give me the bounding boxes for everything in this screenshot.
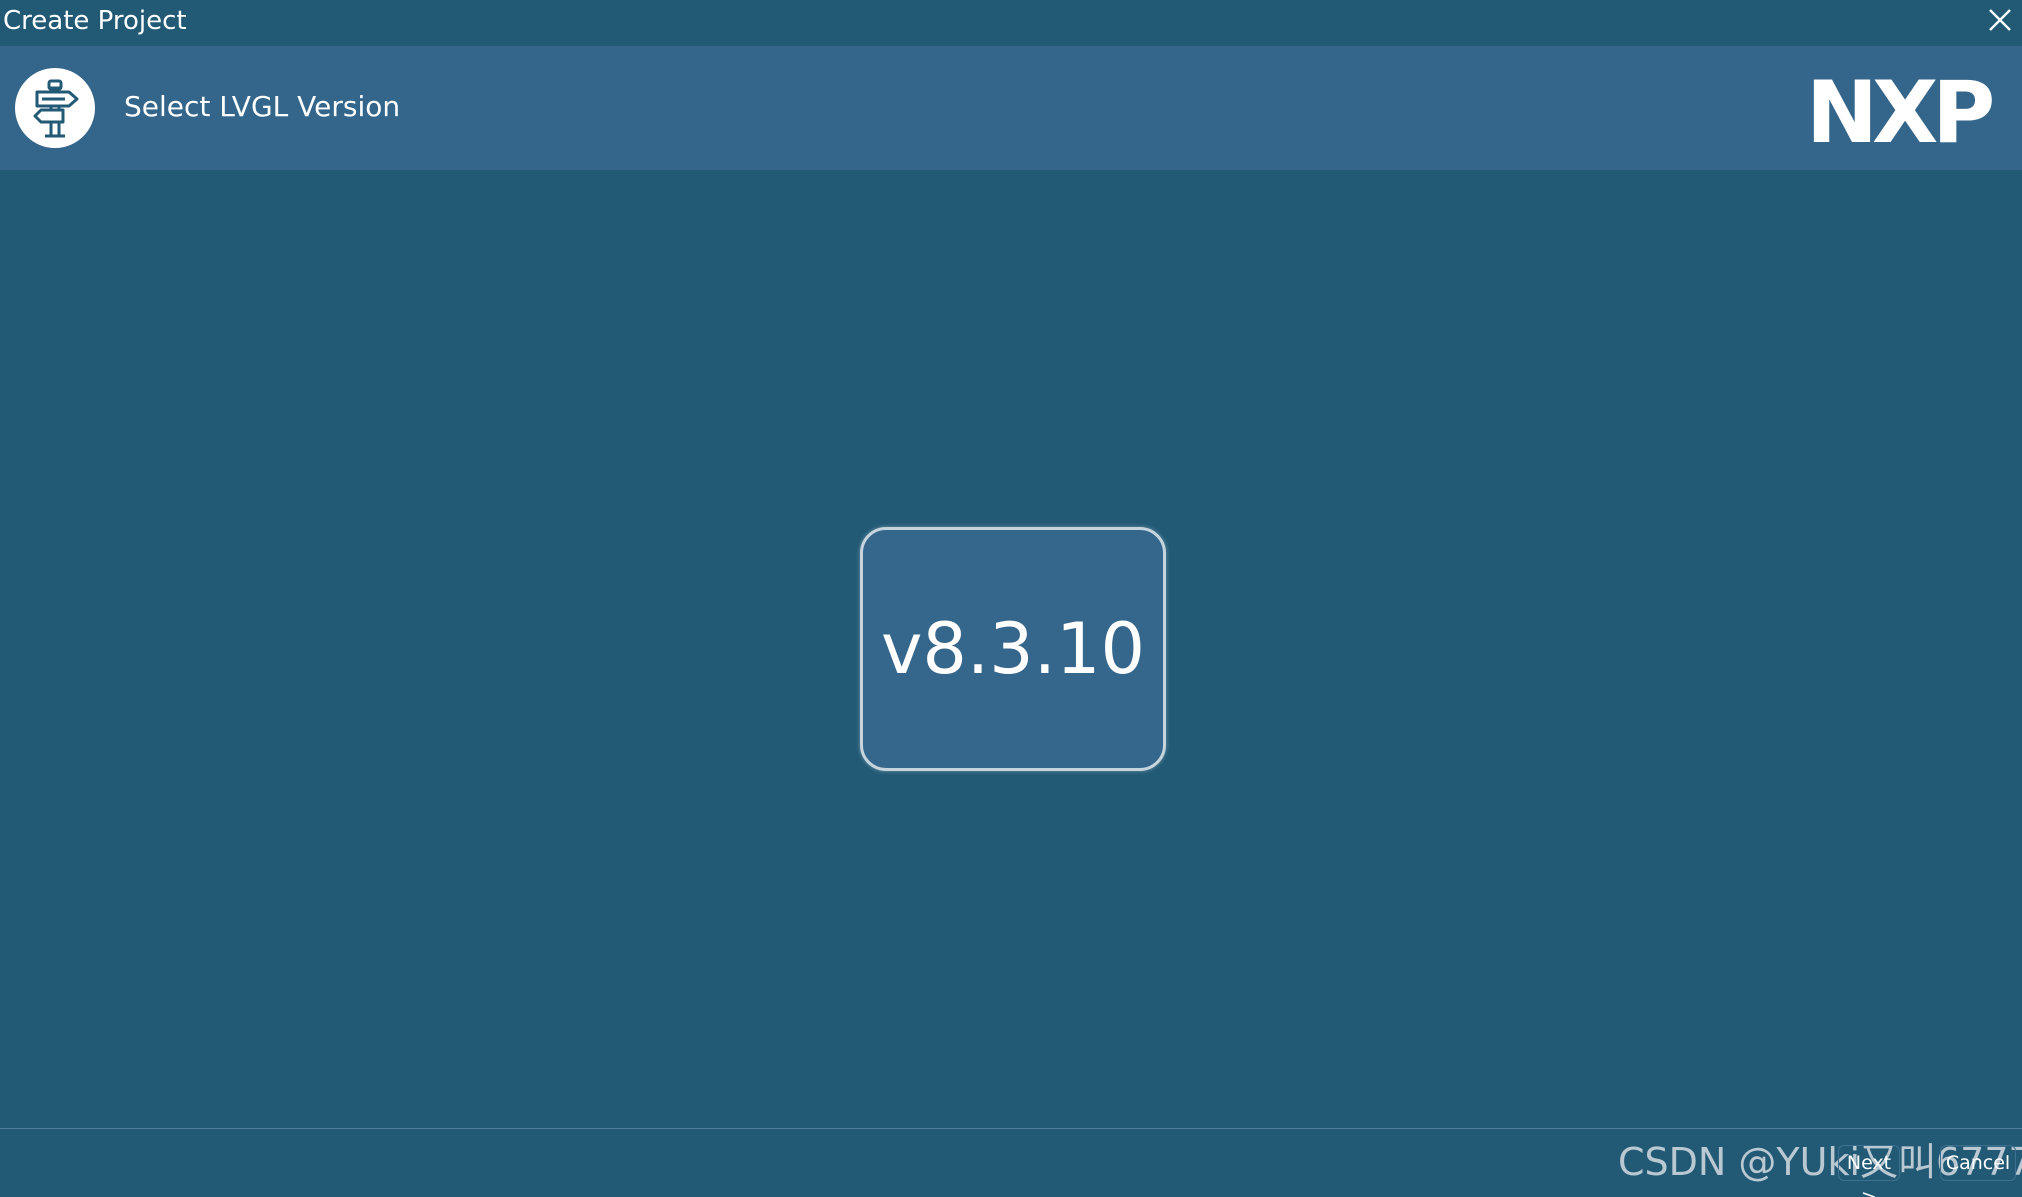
close-icon <box>1989 9 2011 31</box>
title-bar: Create Project <box>0 0 2022 46</box>
page-title: Select LVGL Version <box>124 90 401 123</box>
signpost-icon <box>15 68 95 148</box>
version-label: v8.3.10 <box>880 608 1146 690</box>
wizard-header: Select LVGL Version NXP <box>0 46 2022 170</box>
version-selection-area: v8.3.10 <box>0 170 2022 1128</box>
close-button[interactable] <box>1976 0 2022 42</box>
window-title: Create Project <box>3 6 187 36</box>
nxp-logo: NXP <box>1806 74 1998 146</box>
next-button[interactable]: Next > <box>1838 1145 1900 1197</box>
wizard-footer: CSDN @YUki又叫6777 Next > Cancel <box>0 1129 2022 1197</box>
version-option-card[interactable]: v8.3.10 <box>860 527 1166 771</box>
svg-text:NXP: NXP <box>1806 74 1992 146</box>
cancel-button[interactable]: Cancel <box>1940 1145 2016 1181</box>
create-project-window: Create Project Select LVGL Version NXP v… <box>0 0 2022 1197</box>
